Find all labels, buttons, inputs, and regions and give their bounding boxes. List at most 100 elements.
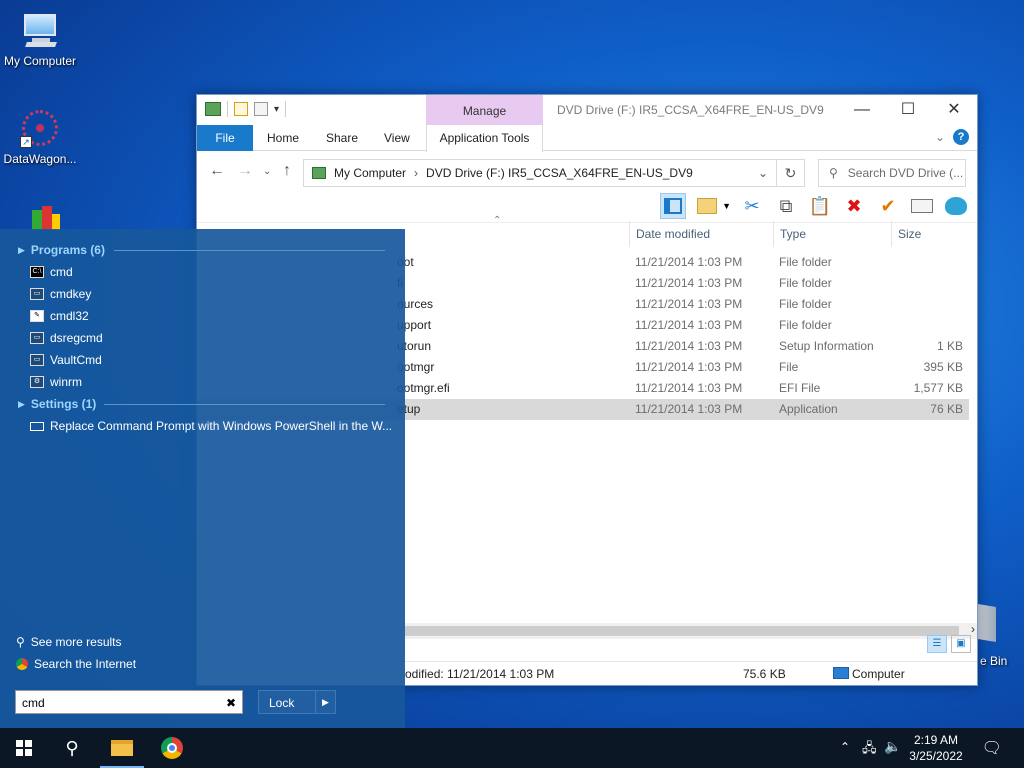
volume-icon[interactable]: 🔈 [884,738,901,755]
network-icon[interactable]: 🖧 [862,739,877,761]
column-date-modified[interactable]: Date modified [629,221,773,247]
chevron-down-icon[interactable]: ⌄ [758,166,768,180]
start-search-input[interactable]: cmd ✖ [15,690,243,714]
shell-icon[interactable] [943,193,969,219]
programs-header[interactable]: ▶ Programs (6) [18,243,105,257]
start-button[interactable] [0,728,48,768]
chevron-down-icon[interactable]: ▼ [722,201,731,211]
desktop-icon-partial[interactable] [0,206,80,230]
desktop-icon-label: DataWagon... [3,152,77,166]
programs-header-label: Programs (6) [30,243,105,257]
settings-header[interactable]: ▶ Settings (1) [18,397,96,411]
ribbon-right-controls: ⌄ ? [935,129,969,145]
paste-icon[interactable]: 📋 [807,193,833,219]
column-size[interactable]: Size [891,221,971,247]
cut-icon[interactable]: ✂ [739,193,765,219]
breadcrumb-dvd-drive[interactable]: DVD Drive (F:) IR5_CCSA_X64FRE_EN-US_DV9 [426,166,693,180]
column-type[interactable]: Type [773,221,891,247]
delete-icon[interactable]: ✖ [841,193,867,219]
close-button[interactable]: ✕ [931,99,977,121]
horizontal-scrollbar[interactable]: › [405,622,977,639]
properties-icon[interactable] [234,102,248,116]
view-toggle: ☰ ▣ [927,635,971,653]
clock[interactable]: 2:19 AM 3/25/2022 [906,732,966,764]
quick-access-toolbar: ▾ [205,101,287,117]
help-icon[interactable]: ? [953,129,969,145]
command-toolbar: ▼ ✂ ⧉ 📋 ✖ ✔ [197,191,977,223]
folder-icon [111,740,133,756]
minimize-button[interactable]: — [839,99,885,121]
sort-chevron-up-icon: ⌃ [493,215,502,226]
search-value: cmd [22,696,45,710]
desktop-icon-recycle-bin[interactable]: e Bin [978,604,1024,674]
recent-locations-chevron-icon[interactable]: ⌄ [263,166,271,177]
search-icon: ⚲ [16,635,25,649]
console-app-icon: ▭ [30,288,44,300]
tab-file[interactable]: File [197,125,253,151]
result-cmd[interactable]: C:\ cmd [30,265,73,279]
tab-view[interactable]: View [384,125,410,151]
clock-time: 2:19 AM [913,733,959,747]
system-tray: ⌃ 🖧 🔈 2:19 AM 3/25/2022 🗨 [824,728,1024,768]
large-icons-view-icon[interactable]: ▣ [951,635,971,653]
result-label: winrm [50,375,82,389]
properties-icon[interactable] [909,193,935,219]
copy-icon[interactable]: ⧉ [773,193,799,219]
desktop-icon-label: e Bin [980,654,1008,668]
clear-search-icon[interactable]: ✖ [226,691,236,715]
console-app-icon: ▭ [30,332,44,344]
tab-share[interactable]: Share [326,125,358,151]
settings-header-label: Settings (1) [30,397,97,411]
new-folder-icon[interactable] [254,102,268,116]
maximize-button[interactable]: ☐ [885,99,931,121]
desktop-icon-my-computer[interactable]: My Computer [0,10,80,68]
settings-window-icon [30,421,44,431]
chevron-right-icon: ▶ [18,398,25,409]
result-dsregcmd[interactable]: ▭ dsregcmd [30,331,103,345]
datawagon-icon: ↗ [18,108,62,148]
address-field[interactable]: My Computer › DVD Drive (F:) IR5_CCSA_X6… [303,159,777,187]
folder-icon[interactable] [205,102,221,116]
chevron-up-icon[interactable]: ⌃ [840,740,850,754]
details-view-icon[interactable]: ☰ [927,635,947,653]
see-more-results-link[interactable]: ⚲ See more results [16,635,122,649]
back-arrow-icon[interactable]: ← [209,162,225,180]
preview-pane-icon[interactable] [660,193,687,219]
console-app-icon: ▭ [30,354,44,366]
refresh-button[interactable]: ↻ [777,159,805,187]
lock-button[interactable]: Lock ▶ [258,690,336,714]
breadcrumb-my-computer[interactable]: My Computer [334,166,406,180]
power-options-arrow-icon[interactable]: ▶ [315,691,335,713]
forward-arrow-icon[interactable]: → [237,162,253,180]
result-setting-powershell[interactable]: Replace Command Prompt with Windows Powe… [30,419,392,433]
taskbar-chrome[interactable] [148,728,196,768]
divider [114,250,385,251]
result-cmdkey[interactable]: ▭ cmdkey [30,287,91,301]
manage-contextual-tab[interactable]: Manage [426,95,543,125]
up-arrow-icon[interactable]: ↑ [283,162,291,180]
result-label: cmdl32 [50,309,89,323]
search-input[interactable]: ⚲ Search DVD Drive (... [818,159,966,187]
chevron-down-icon[interactable]: ⌄ [935,130,945,144]
tab-home[interactable]: Home [267,125,299,151]
status-modified: odified: 11/21/2014 1:03 PM [405,667,555,681]
result-label: VaultCmd [50,353,102,367]
rename-check-icon[interactable]: ✔ [875,193,901,219]
result-vaultcmd[interactable]: ▭ VaultCmd [30,353,102,367]
notification-icon[interactable]: 🗨 [982,738,1002,758]
scroll-right-arrow-icon[interactable]: › [971,622,975,636]
scrollbar-thumb[interactable] [405,626,959,636]
result-cmdl32[interactable]: ✎ cmdl32 [30,309,89,323]
folder-options-icon[interactable] [694,193,720,219]
result-winrm[interactable]: ⚙ winrm [30,375,82,389]
chevron-down-icon[interactable]: ▾ [274,104,279,115]
result-label: Replace Command Prompt with Windows Powe… [50,419,393,433]
computer-icon [18,10,62,50]
result-label: dsregcmd [50,331,103,345]
tab-application-tools[interactable]: Application Tools [426,125,543,152]
desktop-icon-datawagon[interactable]: ↗ DataWagon... [0,108,80,166]
search-button[interactable]: ⚲ [48,728,96,768]
breadcrumb-separator-icon[interactable]: › [414,166,418,180]
taskbar-file-explorer[interactable] [98,728,146,768]
search-internet-link[interactable]: Search the Internet [16,657,136,671]
